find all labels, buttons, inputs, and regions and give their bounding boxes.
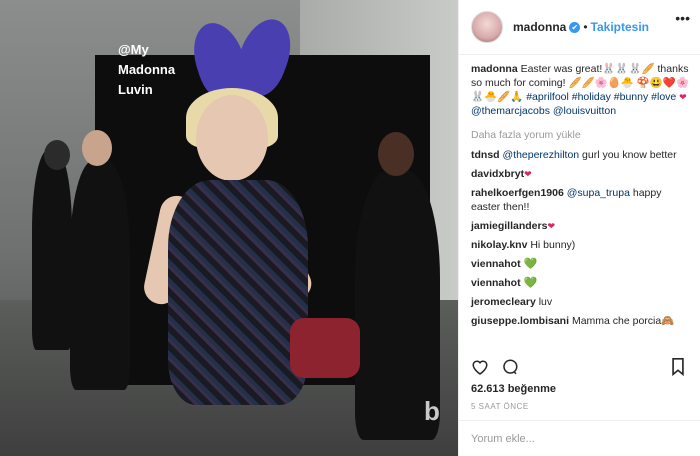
list-item: viennahot 💚 xyxy=(471,257,691,271)
verified-badge-icon: ✔ xyxy=(569,21,581,33)
comment-username[interactable]: jamiegillanders xyxy=(471,220,547,232)
caption-hashtags[interactable]: #aprilfool #holiday #bunny #love xyxy=(526,91,676,103)
more-options-icon[interactable]: ••• xyxy=(675,10,690,26)
bookmark-icon[interactable] xyxy=(671,358,685,381)
caption-mentions[interactable]: @themarcjacobs @louisvuitton xyxy=(471,105,616,117)
action-bar xyxy=(471,358,691,378)
comment-username[interactable]: viennahot xyxy=(471,277,521,289)
comment-username[interactable]: nikolay.knv xyxy=(471,239,527,251)
comment-list: madonna Easter was great!🐰🐰🐰🥖 thanks so … xyxy=(471,62,691,333)
list-item: davidxbryt❤ xyxy=(471,167,691,181)
comment-username[interactable]: jeromecleary xyxy=(471,296,536,308)
post-photo[interactable]: @My Madonna Luvin b xyxy=(0,0,458,456)
header-separator: • xyxy=(583,20,588,34)
comment-username[interactable]: tdnsd xyxy=(471,149,500,161)
comment-username[interactable]: viennahot xyxy=(471,258,521,270)
overlay-logo: b xyxy=(424,396,440,426)
comment-username[interactable]: davidxbryt xyxy=(471,168,524,180)
list-item: rahelkoerfgen1906 @supa_trupa happy east… xyxy=(471,186,691,214)
avatar[interactable] xyxy=(471,11,503,43)
comment-text: ❤ xyxy=(547,221,555,231)
subject-face xyxy=(196,95,268,181)
heart-outline-icon[interactable] xyxy=(471,358,489,380)
header-username[interactable]: madonna xyxy=(513,20,566,34)
comment-text: ❤ xyxy=(524,169,532,179)
red-handbag xyxy=(290,318,360,378)
caption: madonna Easter was great!🐰🐰🐰🥖 thanks so … xyxy=(471,62,691,118)
comment-text: gurl you know better xyxy=(579,149,677,161)
like-count[interactable]: 62.613 beğenme xyxy=(471,383,556,395)
comment-text: luv xyxy=(535,296,553,308)
instagram-post: @My Madonna Luvin b madonna ✔ • Takiptes… xyxy=(0,0,700,456)
speech-bubble-icon[interactable] xyxy=(501,358,519,381)
list-item: viennahot 💚 xyxy=(471,276,691,290)
post-timestamp: 5 SAAT ÖNCE xyxy=(471,402,529,411)
bg-person-man xyxy=(70,160,130,390)
list-item: jamiegillanders❤ xyxy=(471,219,691,233)
comment-mention[interactable]: @theperezhilton xyxy=(503,149,580,161)
bg-person-left-head xyxy=(44,140,70,170)
comment-text: 💚 xyxy=(523,258,538,270)
bg-person-left xyxy=(32,150,72,350)
bg-person-man-head xyxy=(82,130,112,166)
following-button[interactable]: Takiptesin xyxy=(591,20,649,34)
comment-username[interactable]: giuseppe.lombisani xyxy=(471,315,569,327)
photo-watermark: @My Madonna Luvin xyxy=(118,42,176,97)
comment-text: Mamma che porcia🙈 xyxy=(569,315,675,327)
post-sidebar: madonna ✔ • Takiptesin madonna Easter wa… xyxy=(458,0,700,456)
caption-heart: ❤ xyxy=(679,92,687,102)
comment-username[interactable]: rahelkoerfgen1906 xyxy=(471,187,564,199)
comment-text: Hi bunny) xyxy=(527,239,576,251)
caption-username[interactable]: madonna xyxy=(471,63,518,75)
post-header: madonna ✔ • Takiptesin xyxy=(459,0,700,55)
list-item: tdnsd @theperezhilton gurl you know bett… xyxy=(471,148,691,162)
add-comment-field[interactable]: Yorum ekle... xyxy=(459,420,700,456)
comment-mention[interactable]: @supa_trupa xyxy=(567,187,630,199)
list-item: jeromecleary luv xyxy=(471,295,691,309)
list-item: nikolay.knv Hi bunny) xyxy=(471,238,691,252)
bg-person-right-head xyxy=(378,132,414,176)
load-more-comments[interactable]: Daha fazla yorum yükle xyxy=(471,128,691,142)
comment-text: 💚 xyxy=(523,277,538,289)
subject-dress xyxy=(168,180,308,405)
list-item: giuseppe.lombisani Mamma che porcia🙈 xyxy=(471,314,691,328)
